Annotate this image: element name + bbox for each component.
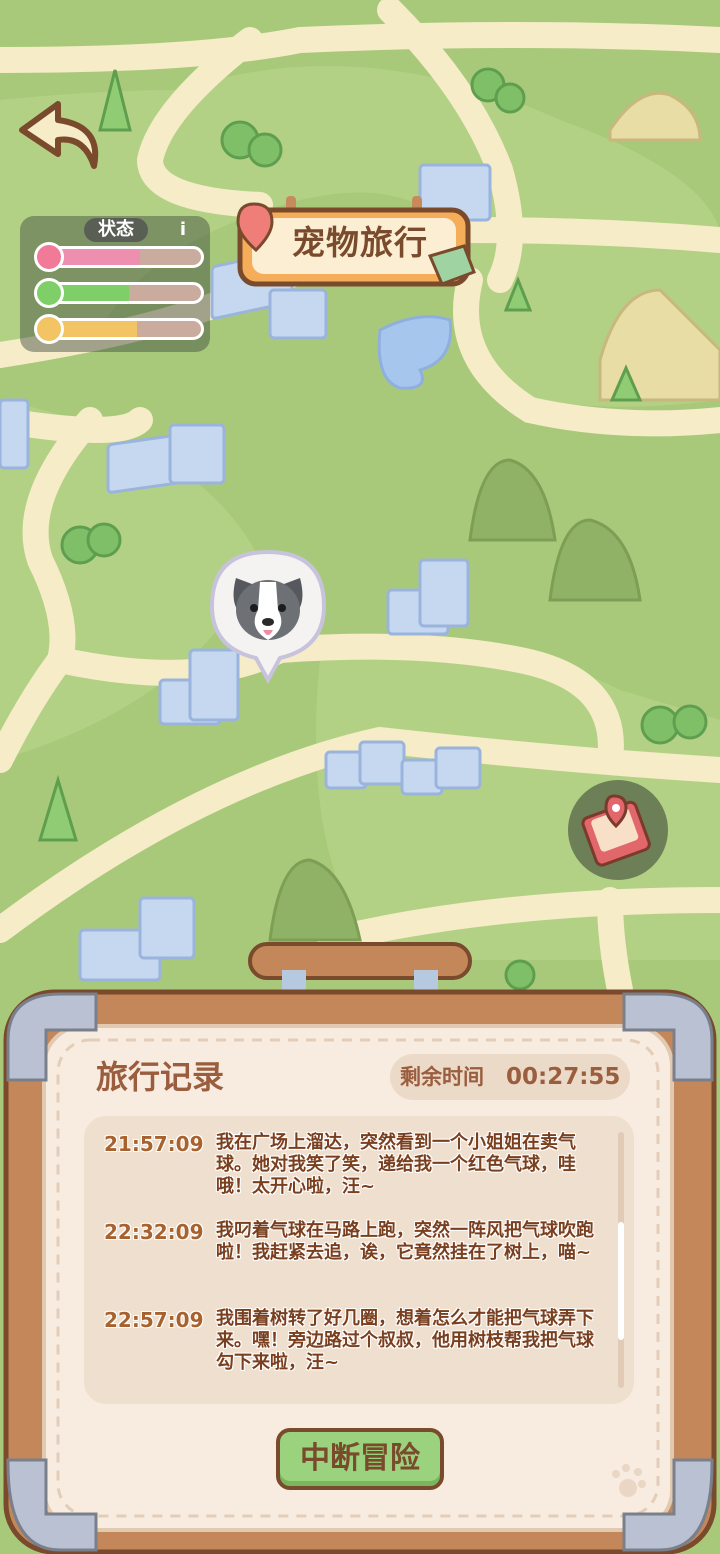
info-icon[interactable]: i: [172, 219, 194, 241]
page-title: 宠物旅行: [292, 223, 428, 262]
travel-log-title: 旅行记录: [96, 1058, 225, 1096]
lightning-icon: [34, 314, 64, 344]
travel-journal-button[interactable]: [566, 778, 670, 882]
log-time: 22:57:09: [104, 1308, 204, 1332]
scrollbar-thumb[interactable]: [618, 1222, 624, 1340]
food-bowl-icon: [34, 278, 64, 308]
log-text: 我围着树转了好几圈，想着怎么才能把气球弄下来。嘿！旁边路过个叔叔，他用树枝帮我把…: [216, 1308, 594, 1373]
log-text: 我在广场上溜达，突然看到一个小姐姐在卖气球。她对我笑了笑，递给我一个红色气球，哇…: [216, 1132, 576, 1197]
log-time: 21:57:09: [104, 1132, 204, 1156]
pet-location-marker[interactable]: [208, 548, 328, 684]
remaining-time-value: 00:27:55: [506, 1064, 621, 1090]
status-label: 状态: [84, 218, 148, 242]
back-arrow-icon[interactable]: [14, 96, 104, 176]
abort-adventure-button[interactable]: 中断冒险: [276, 1428, 444, 1490]
heart-icon: [34, 242, 64, 272]
log-text: 我叼着气球在马路上跑，突然一阵风把气球吹跑啦！我赶紧去追，诶，它竟然挂在了树上，…: [216, 1220, 594, 1263]
log-time: 22:32:09: [104, 1220, 204, 1244]
remaining-time-label: 剩余时间: [400, 1065, 484, 1089]
